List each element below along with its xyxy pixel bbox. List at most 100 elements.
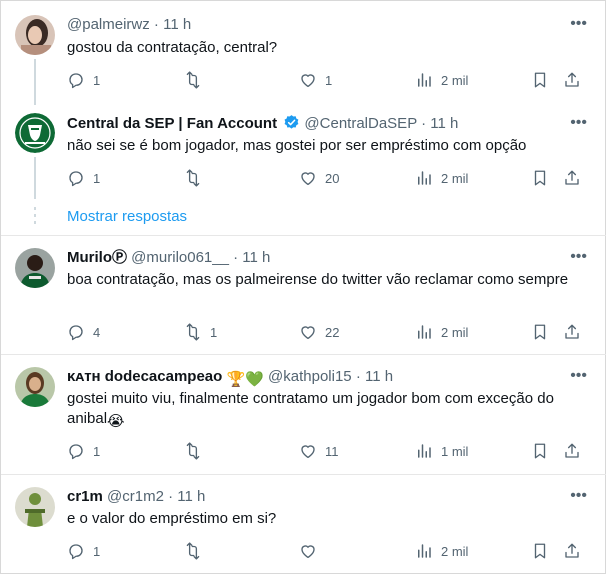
bookmark-icon <box>534 170 546 186</box>
more-options-icon[interactable]: ••• <box>570 367 587 385</box>
repost-icon <box>186 542 200 560</box>
bar-chart-icon <box>418 171 431 185</box>
like-button[interactable] <box>299 542 325 560</box>
reply-button[interactable]: 1 <box>67 71 100 89</box>
post-kathpoli[interactable]: ᴋᴀᴛʜ dodecacampeao 🏆💚 @kathpoli15 · 11 h… <box>1 355 606 474</box>
avatar[interactable] <box>15 487 55 527</box>
timestamp[interactable]: 11 h <box>365 368 393 385</box>
bookmark-icon <box>534 324 546 340</box>
repost-button[interactable] <box>184 169 210 187</box>
show-replies-link[interactable]: Mostrar respostas <box>67 208 187 225</box>
share-icon <box>565 170 579 185</box>
like-button[interactable]: 1 <box>299 71 332 89</box>
repost-button[interactable]: 1 <box>184 323 217 341</box>
verified-badge-icon <box>284 115 299 129</box>
repost-button[interactable] <box>184 71 210 89</box>
share-button[interactable] <box>563 323 581 341</box>
reply-button[interactable]: 1 <box>67 442 100 460</box>
share-button[interactable] <box>563 71 581 89</box>
separator: · <box>421 115 427 132</box>
reply-count: 1 <box>93 543 101 559</box>
reply-button[interactable]: 1 <box>67 169 100 187</box>
post-actions: 4 1 22 2 mil <box>67 323 587 343</box>
reply-count: 1 <box>93 72 101 88</box>
avatar[interactable] <box>15 113 55 153</box>
separator: · <box>355 368 361 385</box>
like-button[interactable]: 11 <box>299 442 339 460</box>
views-button[interactable]: 2 mil <box>415 542 468 560</box>
post-text: não sei se é bom jogador, mas gostei por… <box>67 137 527 154</box>
more-options-icon[interactable]: ••• <box>570 114 587 132</box>
thread-connector <box>34 59 36 105</box>
post-actions: 1 11 1 mil <box>67 442 587 462</box>
views-button[interactable]: 2 mil <box>415 323 468 341</box>
share-button[interactable] <box>563 542 581 560</box>
post-text-container: gostei muito viu, finalmente contratamo … <box>67 389 585 432</box>
heart-icon <box>301 445 315 459</box>
reply-count: 1 <box>93 170 101 186</box>
user-handle[interactable]: @CentralDaSEP <box>304 115 417 132</box>
bookmark-icon <box>534 72 546 88</box>
avatar[interactable] <box>15 248 55 288</box>
post-murilo[interactable]: MuriloⓅ @murilo061__ · 11 h ••• boa cont… <box>1 236 606 353</box>
heart-icon <box>301 172 315 186</box>
view-count: 2 mil <box>441 543 469 559</box>
views-button[interactable]: 1 mil <box>415 442 468 460</box>
bookmark-button[interactable] <box>531 323 549 341</box>
post-header: Central da SEP | Fan Account @CentralDaS… <box>67 114 567 134</box>
heart-icon <box>301 74 315 88</box>
display-name[interactable]: Central da SEP | Fan Account <box>67 115 277 132</box>
reply-button[interactable]: 4 <box>67 323 100 341</box>
separator: · <box>168 488 174 505</box>
repost-button[interactable] <box>184 442 210 460</box>
like-button[interactable]: 22 <box>299 323 339 341</box>
reply-icon <box>69 325 83 341</box>
avatar[interactable] <box>15 15 55 55</box>
post-centraldasep[interactable]: Central da SEP | Fan Account @CentralDaS… <box>1 105 606 200</box>
display-name[interactable]: ᴋᴀᴛʜ dodecacampeao <box>67 368 222 385</box>
timestamp[interactable]: 11 h <box>163 16 191 33</box>
timestamp[interactable]: 11 h <box>177 488 205 505</box>
bookmark-icon <box>534 543 546 559</box>
like-count: 1 <box>325 72 333 88</box>
reply-count: 4 <box>93 324 101 340</box>
post-text: e o valor do empréstimo em si? <box>67 510 277 527</box>
crying-face-icon: 😭 <box>107 413 125 430</box>
bookmark-button[interactable] <box>531 542 549 560</box>
bookmark-button[interactable] <box>531 169 549 187</box>
share-button[interactable] <box>563 169 581 187</box>
post-palmeirwz[interactable]: @palmeirwz · 11 h ••• gostou da contrata… <box>1 1 606 105</box>
more-options-icon[interactable]: ••• <box>570 248 587 266</box>
bookmark-button[interactable] <box>531 71 549 89</box>
display-name[interactable]: MuriloⓅ <box>67 249 127 266</box>
repost-icon <box>186 71 200 89</box>
like-count: 20 <box>325 170 340 186</box>
bar-chart-icon <box>418 444 431 458</box>
display-name[interactable]: cr1m <box>67 488 103 505</box>
avatar[interactable] <box>15 367 55 407</box>
timestamp[interactable]: 11 h <box>430 115 458 132</box>
thread-connector <box>34 157 36 199</box>
thread-ellipsis-dots <box>34 207 36 227</box>
timestamp[interactable]: 11 h <box>242 249 270 266</box>
more-options-icon[interactable]: ••• <box>570 487 587 505</box>
post-text: boa contratação, mas os palmeirense do t… <box>67 271 569 288</box>
views-button[interactable]: 2 mil <box>415 71 468 89</box>
bookmark-button[interactable] <box>531 442 549 460</box>
reply-icon <box>69 171 83 187</box>
user-handle[interactable]: @kathpoli15 <box>268 368 352 385</box>
more-options-icon[interactable]: ••• <box>570 15 587 33</box>
like-button[interactable]: 20 <box>299 169 339 187</box>
share-button[interactable] <box>563 442 581 460</box>
repost-button[interactable] <box>184 542 210 560</box>
share-icon <box>565 72 579 87</box>
user-handle[interactable]: @cr1m2 <box>107 488 164 505</box>
post-cr1m[interactable]: cr1m @cr1m2 · 11 h ••• e o valor do empr… <box>1 475 606 574</box>
repost-icon <box>186 442 200 460</box>
user-handle[interactable]: @palmeirwz <box>67 16 150 33</box>
view-count: 2 mil <box>441 72 469 88</box>
user-handle[interactable]: @murilo061__ <box>131 249 229 266</box>
reply-button[interactable]: 1 <box>67 542 100 560</box>
views-button[interactable]: 2 mil <box>415 169 468 187</box>
post-header: cr1m @cr1m2 · 11 h <box>67 487 567 507</box>
